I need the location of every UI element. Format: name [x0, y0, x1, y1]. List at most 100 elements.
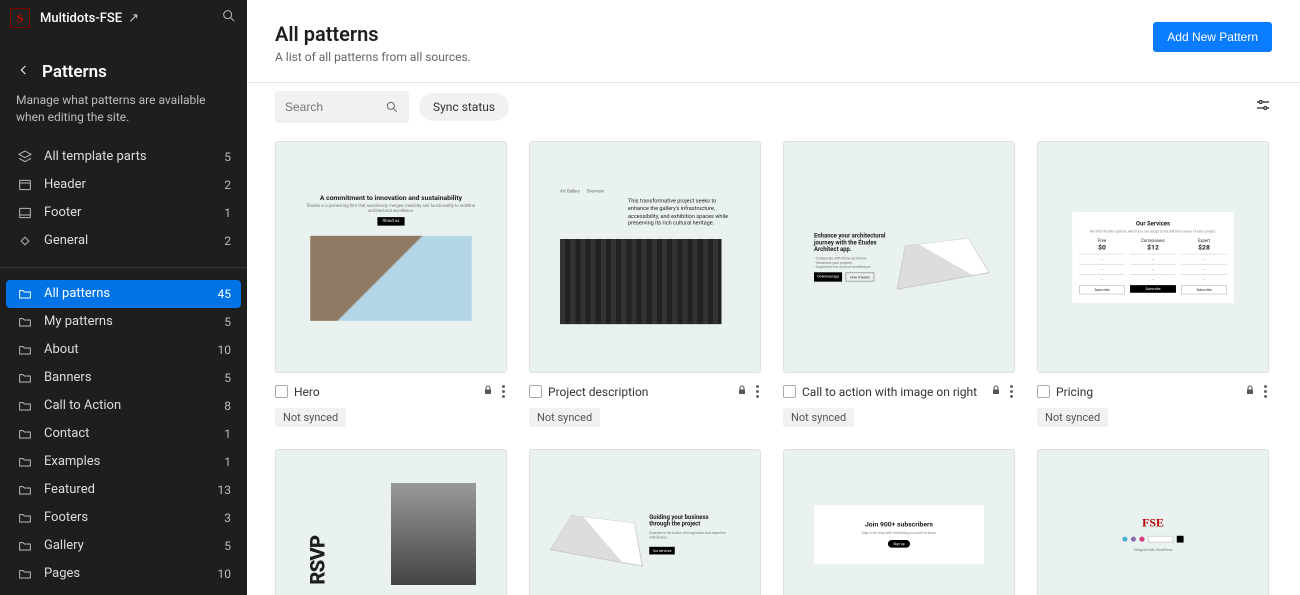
nav-item-all-template-parts[interactable]: All template parts 5 — [0, 143, 247, 171]
nav-count: 5 — [224, 315, 231, 329]
nav-count: 1 — [224, 455, 231, 469]
page-subtitle: A list of all patterns from all sources. — [275, 50, 471, 64]
pattern-title[interactable]: Call to action with image on right — [802, 385, 984, 399]
lock-icon — [736, 384, 748, 400]
folder-icon — [16, 369, 34, 387]
more-actions-button[interactable] — [1262, 381, 1269, 402]
main: All patterns A list of all patterns from… — [247, 0, 1300, 595]
nav-count: 5 — [224, 371, 231, 385]
nav-count: 8 — [224, 399, 231, 413]
pattern-thumbnail[interactable]: Guiding your business through the projec… — [529, 449, 761, 595]
nav-count: 1 — [224, 427, 231, 441]
pattern-thumbnail[interactable]: Enhance your architectural journey with … — [783, 141, 1015, 373]
lock-icon — [990, 384, 1002, 400]
page-title: All patterns — [275, 22, 471, 46]
search-icon — [385, 100, 399, 114]
pattern-title[interactable]: Project description — [548, 385, 730, 399]
more-actions-button[interactable] — [1008, 381, 1015, 402]
external-link-icon[interactable]: ↗ — [128, 11, 139, 26]
nav-label: Header — [44, 177, 86, 192]
nav-item-footers[interactable]: Footers 3 — [6, 504, 241, 532]
sync-status-badge: Not synced — [783, 408, 854, 427]
lock-icon — [482, 384, 494, 400]
sidebar-topbar: Multidots-FSE ↗ — [0, 0, 247, 36]
nav-template-parts: All template parts 5 Header 2 Footer 1 G… — [0, 139, 247, 259]
nav-count: 1 — [224, 206, 231, 220]
pattern-card: Join 900+ subscribersStay in the loop wi… — [783, 449, 1015, 595]
pattern-thumbnail[interactable]: Our ServicesWe offer flexible options, w… — [1037, 141, 1269, 373]
nav-label: Contact — [44, 426, 89, 441]
folder-icon — [16, 481, 34, 499]
select-checkbox[interactable] — [529, 385, 542, 398]
nav-label: All patterns — [44, 286, 110, 301]
folder-icon — [16, 453, 34, 471]
toolbar: Sync status — [247, 83, 1300, 137]
nav-item-footer[interactable]: Footer 1 — [0, 199, 247, 227]
search-input[interactable] — [285, 100, 385, 114]
pattern-card: Our ServicesWe offer flexible options, w… — [1037, 141, 1269, 427]
sidebar-title: Patterns — [42, 62, 107, 82]
folder-icon — [16, 341, 34, 359]
nav-item-contact[interactable]: Contact 1 — [6, 420, 241, 448]
site-name[interactable]: Multidots-FSE — [40, 11, 122, 26]
nav-label: Footer — [44, 205, 81, 220]
select-checkbox[interactable] — [275, 385, 288, 398]
pattern-card: Enhance your architectural journey with … — [783, 141, 1015, 427]
nav-item-gallery[interactable]: Gallery 5 — [6, 532, 241, 560]
nav-count: 2 — [224, 178, 231, 192]
pattern-title[interactable]: Hero — [294, 385, 476, 399]
folder-icon — [16, 285, 34, 303]
nav-item-general[interactable]: General 2 — [0, 227, 247, 255]
nav-item-header[interactable]: Header 2 — [0, 171, 247, 199]
nav-label: Pages — [44, 566, 80, 581]
search-field[interactable] — [275, 91, 409, 123]
nav-label: General — [44, 233, 88, 248]
nav-item-banners[interactable]: Banners 5 — [6, 364, 241, 392]
nav-item-pages[interactable]: Pages 10 — [6, 560, 241, 588]
pattern-title[interactable]: Pricing — [1056, 385, 1238, 399]
sync-status-badge: Not synced — [1037, 408, 1108, 427]
pattern-thumbnail[interactable]: A commitment to innovation and sustainab… — [275, 141, 507, 373]
nav-count: 10 — [218, 567, 232, 581]
nav-patterns: All patterns 45 My patterns 5 About 10 B… — [0, 276, 247, 592]
more-actions-button[interactable] — [754, 381, 761, 402]
nav-divider — [0, 267, 247, 268]
folder-icon — [16, 313, 34, 331]
nav-item-examples[interactable]: Examples 1 — [6, 448, 241, 476]
site-logo[interactable] — [10, 8, 30, 28]
pattern-card: FSEDesigned with WordPress — [1037, 449, 1269, 595]
sidebar: Multidots-FSE ↗ Patterns Manage what pat… — [0, 0, 247, 595]
select-checkbox[interactable] — [1037, 385, 1050, 398]
patterns-grid: A commitment to innovation and sustainab… — [247, 137, 1300, 595]
diamond-icon — [16, 232, 34, 250]
back-icon[interactable] — [16, 62, 32, 82]
nav-item-featured[interactable]: Featured 13 — [6, 476, 241, 504]
pattern-thumbnail[interactable]: Art GalleryOverviewThis transformative p… — [529, 141, 761, 373]
sync-status-badge: Not synced — [275, 408, 346, 427]
pattern-thumbnail[interactable]: FSEDesigned with WordPress — [1037, 449, 1269, 595]
nav-label: Gallery — [44, 538, 84, 553]
folder-icon — [16, 397, 34, 415]
sync-status-badge: Not synced — [529, 408, 600, 427]
folder-icon — [16, 565, 34, 583]
pattern-card: RSVP — [275, 449, 507, 595]
filter-icon[interactable] — [1254, 96, 1272, 118]
nav-item-all-patterns[interactable]: All patterns 45 — [6, 280, 241, 308]
pattern-thumbnail[interactable]: RSVP — [275, 449, 507, 595]
nav-count: 45 — [218, 287, 232, 301]
nav-label: My patterns — [44, 314, 113, 329]
pattern-thumbnail[interactable]: Join 900+ subscribersStay in the loop wi… — [783, 449, 1015, 595]
nav-item-my-patterns[interactable]: My patterns 5 — [6, 308, 241, 336]
select-checkbox[interactable] — [783, 385, 796, 398]
nav-label: Banners — [44, 370, 92, 385]
more-actions-button[interactable] — [500, 381, 507, 402]
nav-count: 10 — [218, 343, 232, 357]
nav-item-call-to-action[interactable]: Call to Action 8 — [6, 392, 241, 420]
nav-label: About — [44, 342, 79, 357]
nav-label: Examples — [44, 454, 100, 469]
search-icon[interactable] — [221, 8, 237, 28]
add-new-pattern-button[interactable]: Add New Pattern — [1153, 22, 1272, 52]
sync-status-filter[interactable]: Sync status — [419, 93, 509, 121]
nav-count: 13 — [218, 483, 232, 497]
nav-item-about[interactable]: About 10 — [6, 336, 241, 364]
